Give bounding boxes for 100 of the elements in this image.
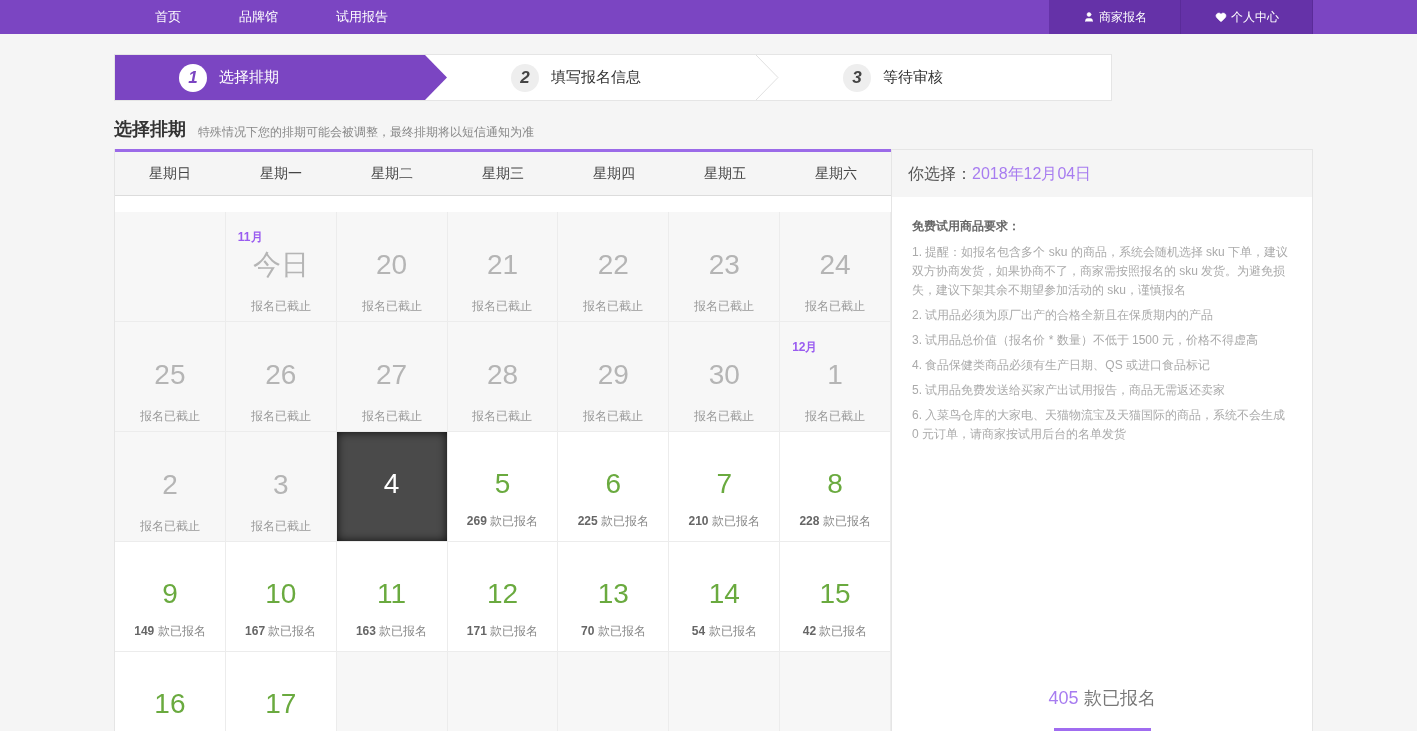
day-number: 9 [162, 577, 178, 611]
date-cell[interactable]: 13 70 款已报名 [558, 542, 670, 652]
signup-count: 167 款已报名 [245, 623, 317, 640]
day-number: 7 [716, 467, 732, 501]
signup-count: 149 款已报名 [134, 623, 206, 640]
day-number: 22 [597, 248, 629, 282]
closed-note: 报名已截止 [361, 298, 422, 315]
day-number: 26 [265, 358, 297, 392]
day-number: 2 [162, 468, 178, 502]
day-number: 30 [708, 358, 740, 392]
section-title: 选择排期 [114, 118, 186, 141]
day-number: 8 [827, 467, 843, 501]
weekday-label: 星期四 [591, 164, 636, 183]
nav-link[interactable]: 商家报名 [1049, 0, 1181, 34]
signup-count: 228 款已报名 [799, 513, 871, 530]
date-cell[interactable]: 7 210 款已报名 [669, 432, 781, 542]
weekday-label: 星期二 [370, 164, 415, 183]
day-number: 17 [265, 687, 297, 721]
weekday-label: 星期五 [702, 164, 747, 183]
closed-note: 报名已截止 [583, 298, 644, 315]
requirement-text: 4. 食品保健类商品必须有生产日期、QS 或进口食品标记 [912, 357, 1211, 374]
selection-label: 你选择： [908, 163, 972, 184]
date-cell[interactable]: 12 171 款已报名 [447, 542, 559, 652]
day-number: 15 [819, 577, 851, 611]
requirement-text: 2. 试用品必须为原厂出产的合格全新且在保质期内的产品 [912, 307, 1215, 324]
day-number: 6 [605, 467, 622, 501]
day-number: 1 [827, 358, 843, 392]
user-icon [1082, 11, 1095, 23]
date-cell[interactable]: 15 42 款已报名 [780, 542, 891, 652]
closed-note: 报名已截止 [250, 518, 311, 535]
day-number: 今日 [252, 248, 309, 282]
closed-note: 报名已截止 [139, 408, 200, 425]
day-number: 25 [154, 358, 186, 392]
date-cell[interactable]: 11 163 款已报名 [336, 542, 448, 652]
closed-note: 报名已截止 [805, 298, 866, 315]
closed-note: 报名已截止 [361, 408, 422, 425]
day-number: 23 [708, 248, 740, 282]
day-number: 21 [486, 248, 519, 282]
signup-count: 42 款已报名 [802, 623, 868, 640]
date-cell[interactable]: 9 149 款已报名 [115, 542, 226, 652]
total-signups: 405 款已报名 [1048, 687, 1156, 710]
signup-count: 210 款已报名 [688, 513, 760, 530]
selected-date: 2018年12月04日 [972, 163, 1092, 184]
closed-note: 报名已截止 [694, 408, 755, 425]
requirements-title: 免费试用商品要求： [912, 218, 1021, 235]
heart-icon [1214, 11, 1227, 23]
step-number: 3 [843, 63, 871, 92]
signup-count: 163 款已报名 [355, 623, 428, 640]
closed-note: 报名已截止 [805, 408, 866, 425]
step-label: 选择排期 [219, 67, 279, 88]
signup-count: 70 款已报名 [581, 623, 646, 640]
day-number: 5 [494, 467, 511, 501]
signup-count: 54 款已报名 [691, 623, 757, 640]
day-number: 20 [376, 248, 408, 282]
day-number: 28 [486, 358, 519, 392]
signup-count: 225 款已报名 [577, 513, 650, 530]
date-cell[interactable]: 4 [336, 432, 448, 542]
date-cell[interactable]: 10 167 款已报名 [225, 542, 337, 652]
requirement-text: 6. 入菜鸟仓库的大家电、天猫物流宝及天猫国际的商品，系统不会生成 0 元订单，请商家按试用后台的名单发货 [912, 407, 1287, 443]
date-cell[interactable]: 5 269 款已报名 [447, 432, 559, 542]
closed-note: 报名已截止 [250, 298, 311, 315]
day-number: 4 [383, 467, 400, 501]
day-number: 29 [597, 358, 629, 392]
weekday-label: 星期日 [148, 164, 193, 183]
nav-link[interactable]: 首页 [155, 7, 181, 27]
step-label: 填写报名信息 [551, 67, 641, 88]
day-number: 11 [377, 577, 407, 611]
nav-link[interactable]: 个人中心 [1181, 0, 1313, 34]
requirement-text: 3. 试用品总价值（报名价 * 数量）不低于 1500 元，价格不得虚高 [912, 332, 1260, 349]
month-label: 12月 [792, 340, 818, 354]
closed-note: 报名已截止 [139, 518, 200, 535]
day-number: 3 [273, 468, 289, 502]
month-label: 11月 [237, 230, 263, 244]
nav-link[interactable]: 品牌馆 [239, 7, 278, 27]
date-cell[interactable]: 6 225 款已报名 [558, 432, 670, 542]
nav-link[interactable]: 试用报告 [336, 7, 388, 27]
day-number: 10 [265, 577, 297, 611]
day-number: 13 [597, 577, 629, 611]
day-number: 16 [154, 687, 186, 721]
day-number: 12 [486, 577, 519, 611]
signup-count: 171 款已报名 [466, 623, 539, 640]
step-number: 2 [511, 63, 539, 92]
day-number: 27 [376, 358, 408, 392]
section-note: 特殊情况下您的排期可能会被调整，最终排期将以短信通知为准 [198, 124, 534, 141]
requirement-text: 5. 试用品免费发送给买家产出试用报告，商品无需返还卖家 [912, 382, 1227, 399]
signup-count: 269 款已报名 [466, 513, 539, 530]
closed-note: 报名已截止 [472, 298, 533, 315]
closed-note: 报名已截止 [583, 408, 644, 425]
closed-note: 报名已截止 [694, 298, 755, 315]
step-tab[interactable]: 1 选择排期 [115, 55, 447, 100]
date-cell[interactable]: 8 228 款已报名 [780, 432, 891, 542]
closed-note: 报名已截止 [472, 408, 533, 425]
weekday-label: 星期六 [813, 164, 858, 183]
date-cell[interactable]: 14 54 款已报名 [669, 542, 781, 652]
closed-note: 报名已截止 [250, 408, 311, 425]
weekday-label: 星期三 [481, 164, 525, 183]
step-label: 等待审核 [883, 67, 943, 88]
requirement-text: 1. 提醒：如报名包含多个 sku 的商品，系统会随机选择 sku 下单，建议双方协商发货，如果协商不了，商家需按照报名的 sku 发货。为避免损失，建议下架其余不期望参加活动的 sku，谨慎报名 [912, 244, 1290, 299]
day-number: 14 [708, 577, 740, 611]
weekday-label: 星期一 [259, 164, 304, 183]
